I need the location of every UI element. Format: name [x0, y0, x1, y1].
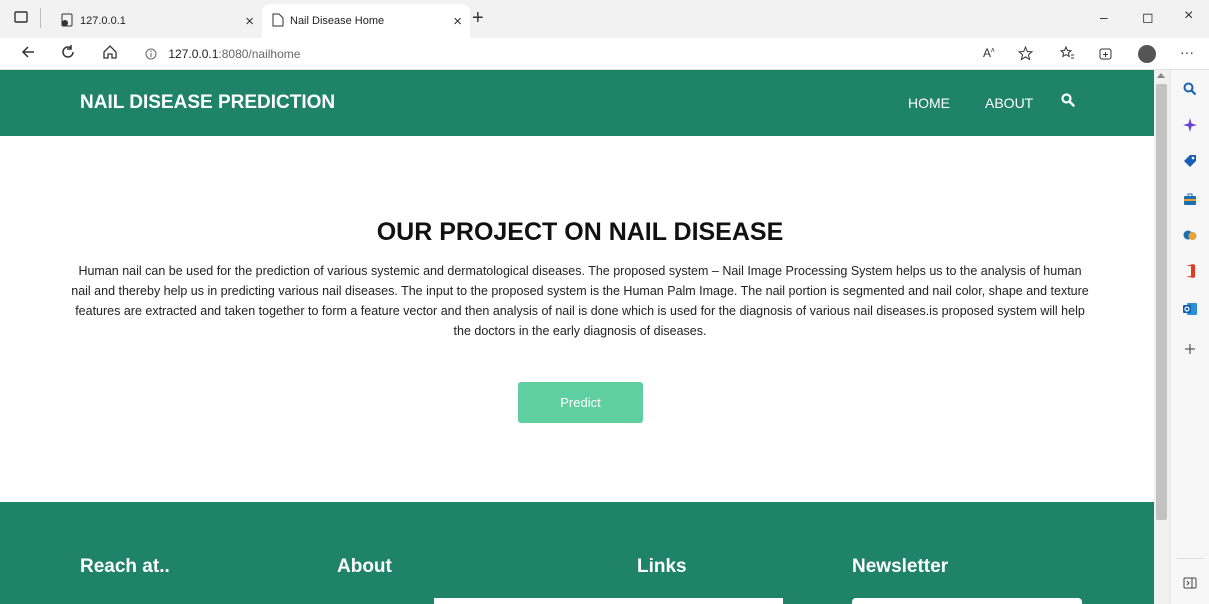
close-tab-icon[interactable]: ×	[245, 13, 254, 30]
newsletter-email-input[interactable]	[852, 598, 1082, 604]
tab-actions-icon[interactable]	[14, 10, 28, 29]
page-title: OUR PROJECT ON NAIL DISEASE	[376, 218, 784, 246]
tab-divider	[40, 8, 41, 28]
sparkle-icon[interactable]	[1183, 118, 1197, 132]
search-icon[interactable]	[1061, 93, 1075, 112]
page-scrollbar[interactable]	[1154, 70, 1170, 604]
footer-about-heading: About	[337, 556, 392, 577]
edge-sidebar	[1170, 70, 1209, 604]
search-icon[interactable]	[1183, 82, 1197, 96]
site-brand[interactable]: NAIL DISEASE PREDICTION	[80, 92, 335, 114]
restore-button[interactable]: ◻	[1142, 9, 1154, 26]
read-aloud-icon[interactable]: Aᴧ	[983, 46, 995, 60]
profile-avatar[interactable]	[1138, 45, 1156, 63]
footer-links-heading: Links	[637, 556, 687, 577]
nav-about-link[interactable]: ABOUT	[985, 95, 1033, 111]
refresh-icon[interactable]	[60, 44, 76, 65]
site-header: NAIL DISEASE PREDICTION HOME ABOUT	[0, 70, 1154, 136]
predict-button[interactable]: Predict	[518, 382, 643, 423]
page-viewport: NAIL DISEASE PREDICTION HOME ABOUT OUR P…	[0, 70, 1154, 604]
new-tab-button[interactable]: +	[472, 7, 484, 30]
site-footer: Reach at.. About Links Newsletter	[0, 502, 1154, 604]
tag-icon[interactable]	[1183, 154, 1197, 168]
nav-home-link[interactable]: HOME	[908, 95, 950, 111]
more-menu-icon[interactable]: ···	[1180, 44, 1194, 60]
minimize-button[interactable]: –	[1100, 9, 1108, 25]
browser-tab-bar: 127.0.0.1 × Nail Disease Home × + – ◻ ×	[0, 0, 1209, 38]
tab-localhost[interactable]: 127.0.0.1 ×	[56, 4, 262, 38]
office-icon[interactable]	[1183, 264, 1197, 278]
favorite-star-icon[interactable]	[1017, 45, 1034, 64]
scrollbar-thumb[interactable]	[1156, 84, 1167, 520]
outlook-icon[interactable]	[1183, 302, 1197, 316]
scroll-up-icon[interactable]	[1157, 73, 1165, 78]
project-description: Human nail can be used for the predictio…	[71, 264, 1089, 338]
url-path: :8080/nailhome	[218, 47, 301, 61]
collections-icon[interactable]	[1098, 46, 1113, 64]
footer-reach-heading: Reach at..	[80, 556, 170, 577]
favorites-icon[interactable]	[1059, 45, 1075, 64]
footer-links-box	[434, 598, 783, 604]
games-icon[interactable]	[1183, 228, 1197, 242]
plus-icon[interactable]	[1183, 342, 1197, 356]
address-field[interactable]: 127.0.0.1:8080/nailhome	[145, 47, 300, 61]
page-icon	[272, 13, 284, 30]
close-window-button[interactable]: ×	[1184, 7, 1193, 25]
address-toolbar: 127.0.0.1:8080/nailhome Aᴧ ···	[0, 38, 1209, 70]
tab-label: Nail Disease Home	[290, 15, 385, 27]
hide-sidebar-icon[interactable]	[1183, 576, 1197, 590]
close-tab-icon[interactable]: ×	[453, 13, 462, 30]
briefcase-icon[interactable]	[1183, 192, 1197, 206]
home-icon[interactable]	[102, 44, 118, 65]
page-icon	[60, 13, 74, 30]
back-arrow-icon[interactable]	[20, 44, 36, 65]
info-icon[interactable]	[145, 47, 160, 61]
sidebar-divider	[1177, 558, 1203, 559]
tab-label: 127.0.0.1	[80, 15, 126, 27]
url-host: 127.0.0.1	[168, 47, 219, 61]
footer-newsletter-heading: Newsletter	[852, 556, 949, 577]
tab-nail-disease-home[interactable]: Nail Disease Home ×	[262, 4, 470, 38]
